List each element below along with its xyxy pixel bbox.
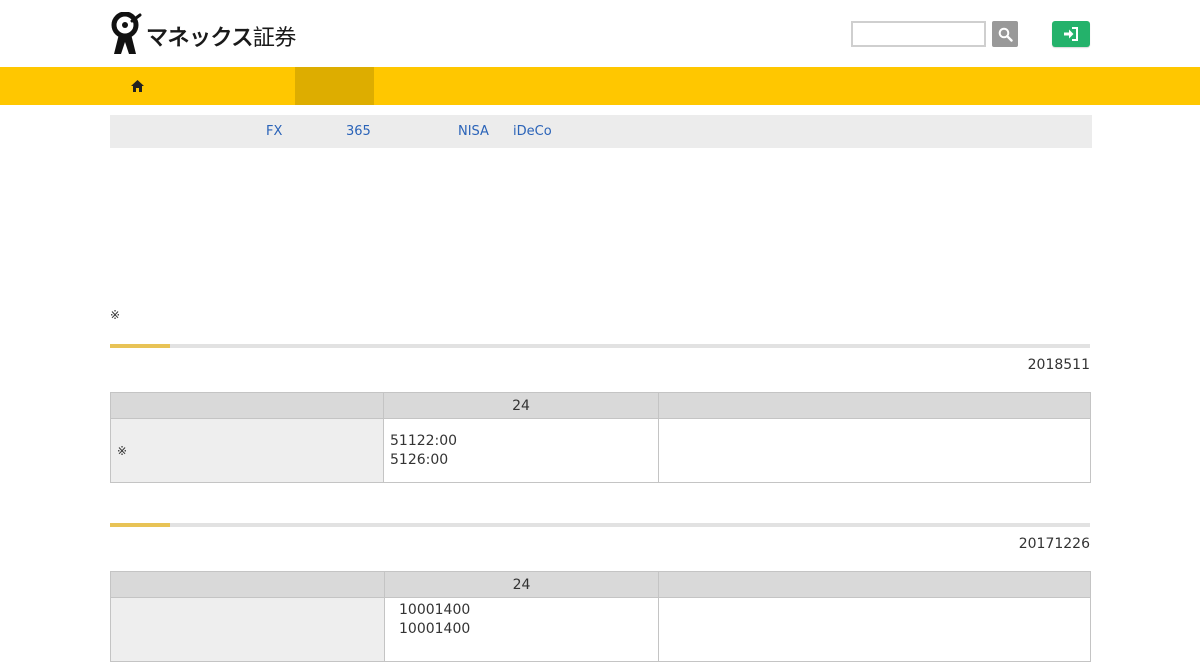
section-date: 2018511 [1027,357,1090,373]
table-header-cell: 24 [384,571,659,598]
section-divider [110,344,1090,348]
table-header-cell [658,571,1091,598]
table-header-row: 24 [110,392,1091,419]
subnav-link-nisa[interactable]: NISA [458,124,489,139]
table-header-cell [658,392,1091,419]
search-input[interactable] [851,21,986,47]
section-divider [110,523,1090,527]
login-button[interactable] [1052,21,1090,47]
subnav-link-ideco[interactable]: iDeCo [513,124,552,139]
search-button[interactable] [992,21,1018,47]
subnav-link-365[interactable]: 365 [346,124,371,139]
table-header-cell [110,392,384,419]
hours-line: 5126:00 [390,451,449,468]
sub-navbar: FX 365 NISA iDeCo [110,115,1092,148]
table-header-cell: 24 [383,392,659,419]
section-divider-accent [110,523,170,527]
row-label: ※ [110,418,384,483]
monex-mascot-logo-icon [111,12,142,54]
schedule-table: 24 ※ 51122:00 5126:00 [110,392,1091,483]
section-date: 20171226 [1018,536,1090,552]
magnifier-icon [998,27,1013,42]
table-row: ※ 51122:00 5126:00 [110,418,1091,483]
site-logo[interactable]: マネックス証券 [110,12,296,56]
schedule-table: 24 10001400 10001400 [110,571,1091,662]
home-icon [131,80,144,92]
hours-cell: 51122:00 5126:00 [383,418,659,483]
notice-mark: ※ [110,308,121,322]
hours-line: 10001400 [399,602,471,618]
subnav-link-fx[interactable]: FX [266,124,282,139]
main-navbar [0,67,1200,105]
nav-home[interactable] [110,67,165,105]
sign-in-icon [1064,27,1078,41]
hours-line: 51122:00 [390,432,458,449]
site-header: マネックス証券 [0,0,1200,67]
logo-wordmark: マネックス証券 [146,26,296,51]
nav-item-active[interactable] [295,67,374,105]
row-extra [658,418,1091,483]
table-header-row: 24 [110,571,1091,598]
table-header-cell [110,571,385,598]
section-divider-accent [110,344,170,348]
